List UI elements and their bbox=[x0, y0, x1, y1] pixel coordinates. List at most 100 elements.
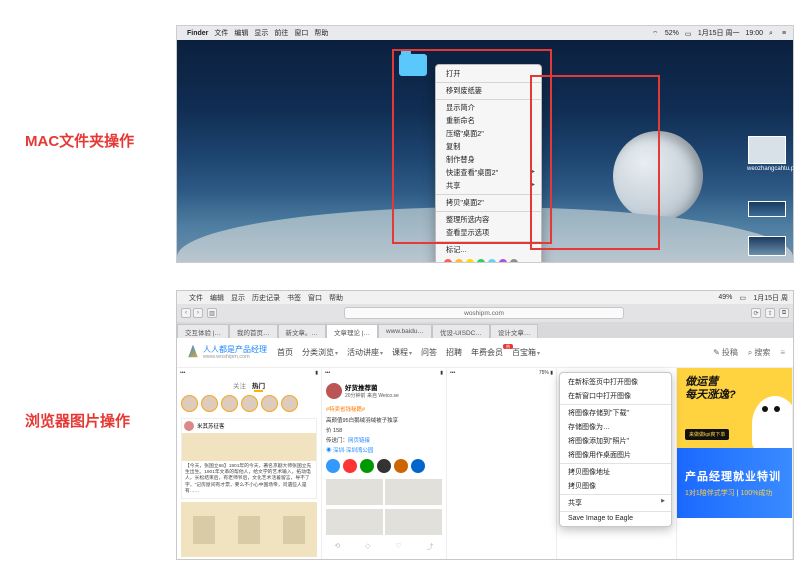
reaction-row[interactable] bbox=[322, 455, 446, 477]
menubar-item[interactable]: 文件 bbox=[189, 293, 203, 303]
wifi-icon[interactable]: ⌔ bbox=[652, 30, 659, 37]
desktop-file[interactable] bbox=[747, 236, 787, 258]
ctx-share[interactable]: 共享 bbox=[560, 496, 671, 510]
browser-tab[interactable]: 设计文章… bbox=[490, 324, 539, 338]
ctx-copy-image[interactable]: 拷贝图像 bbox=[560, 479, 671, 493]
menubar-item[interactable]: 帮助 bbox=[314, 28, 328, 38]
post-location[interactable]: ◉ 深圳·深圳湾公园 bbox=[322, 445, 446, 455]
feed-image[interactable] bbox=[182, 433, 316, 461]
comment-icon[interactable]: ◇ bbox=[365, 542, 370, 552]
share-icon[interactable]: ⤴ bbox=[427, 542, 434, 552]
search-icon[interactable]: ⌕ bbox=[769, 30, 776, 37]
like-icon[interactable]: ♡ bbox=[395, 542, 401, 552]
user-name[interactable]: 好货推荐菌 bbox=[345, 382, 399, 392]
menubar-item[interactable]: 文件 bbox=[214, 28, 228, 38]
ctx-save-eagle[interactable]: Save Image to Eagle bbox=[560, 513, 671, 524]
retweet-icon[interactable]: ⟲ bbox=[334, 542, 340, 552]
avatar[interactable] bbox=[184, 421, 194, 431]
author-name[interactable]: 米其苏征客 bbox=[197, 422, 225, 430]
browser-tab[interactable]: 优设-UISDC… bbox=[432, 324, 490, 338]
tag-blue[interactable] bbox=[488, 259, 496, 263]
reload-button[interactable]: ⟳ bbox=[751, 308, 761, 318]
tag-gray[interactable] bbox=[510, 259, 518, 263]
feed-card[interactable]: 米其苏征客 【今天，张国立66】1901年的今天，著名京剧大师张国立先生出生。1… bbox=[181, 418, 317, 499]
story-avatar[interactable] bbox=[261, 395, 278, 412]
ctx-save-as[interactable]: 存储图像为… bbox=[560, 420, 671, 434]
nav-categories[interactable]: 分类浏览 bbox=[302, 347, 338, 358]
tag-green[interactable] bbox=[477, 259, 485, 263]
tabs-button[interactable]: ⧉ bbox=[779, 308, 789, 318]
sidebar-button[interactable]: ▥ bbox=[207, 308, 217, 318]
nav-jobs[interactable]: 招聘 bbox=[446, 347, 462, 358]
menubar-item[interactable]: 编辑 bbox=[210, 293, 224, 303]
reaction-avatar[interactable] bbox=[411, 459, 425, 473]
nav-toolbox[interactable]: 百宝箱 bbox=[512, 347, 540, 358]
menubar-item[interactable]: 窗口 bbox=[294, 28, 308, 38]
browser-tab-active[interactable]: 文章理论 |… bbox=[326, 324, 378, 338]
menubar-item[interactable]: 显示 bbox=[231, 293, 245, 303]
reaction-avatar[interactable] bbox=[326, 459, 340, 473]
site-logo[interactable]: 人人都是产品经理 www.woshipm.com bbox=[185, 345, 267, 361]
hashtag[interactable]: #特卖省钱秘籍# bbox=[322, 403, 446, 415]
desktop-file[interactable]: weozhangcahtu.png bbox=[747, 136, 787, 172]
tag-orange[interactable] bbox=[455, 259, 463, 263]
ctx-set-wallpaper[interactable]: 将图像用作桌面图片 bbox=[560, 448, 671, 462]
menubar-item[interactable]: 帮助 bbox=[329, 293, 343, 303]
promo-banner-1[interactable]: 做运营每天涨逸? 来做做kpi爽下单 bbox=[677, 368, 792, 448]
reaction-avatar[interactable] bbox=[360, 459, 374, 473]
story-avatar[interactable] bbox=[221, 395, 238, 412]
ctx-open-new-window[interactable]: 在新窗口中打开图像 bbox=[560, 389, 671, 403]
tag-red[interactable] bbox=[444, 259, 452, 263]
feed-tab-hot[interactable]: 热门 bbox=[252, 380, 265, 390]
menubar-item[interactable]: 书签 bbox=[287, 293, 301, 303]
nav-home[interactable]: 首页 bbox=[277, 347, 293, 358]
gallery-image[interactable] bbox=[238, 516, 260, 544]
stories-row[interactable] bbox=[177, 392, 321, 415]
ctx-tag-colors[interactable] bbox=[436, 256, 541, 263]
menubar-item[interactable]: 显示 bbox=[254, 28, 268, 38]
story-avatar[interactable] bbox=[281, 395, 298, 412]
gallery-image[interactable] bbox=[193, 516, 215, 544]
menubar-time[interactable]: 19:00 bbox=[745, 30, 763, 37]
post-link[interactable]: 传送门：网页链接 bbox=[322, 435, 446, 445]
menubar-item[interactable]: 编辑 bbox=[234, 28, 248, 38]
battery-icon[interactable]: ▭ bbox=[685, 30, 692, 37]
back-button[interactable]: ‹ bbox=[181, 308, 191, 318]
browser-tab[interactable]: 我的首页… bbox=[229, 324, 278, 338]
browser-tab[interactable]: 新文章。… bbox=[278, 324, 327, 338]
menu-icon[interactable]: ≡ bbox=[780, 348, 785, 357]
desktop-file[interactable] bbox=[747, 201, 787, 219]
ctx-save-downloads[interactable]: 将图像存储到"下载" bbox=[560, 406, 671, 420]
menubar-item[interactable]: 前往 bbox=[274, 28, 288, 38]
tag-purple[interactable] bbox=[499, 259, 507, 263]
address-bar[interactable]: woshipm.com bbox=[344, 307, 624, 319]
nav-membership[interactable]: 年费会员热 bbox=[471, 347, 503, 358]
promo-banner-2[interactable]: 产品经理就业特训 1对1陪伴式学习 | 100%成功 bbox=[677, 448, 792, 518]
notification-icon[interactable]: ≡ bbox=[782, 30, 789, 37]
menubar-item[interactable]: 历史记录 bbox=[252, 293, 280, 303]
menubar-item[interactable]: 窗口 bbox=[308, 293, 322, 303]
story-avatar[interactable] bbox=[201, 395, 218, 412]
avatar[interactable] bbox=[326, 383, 342, 399]
post-button[interactable]: ✎投稿 bbox=[713, 347, 738, 358]
story-avatar[interactable] bbox=[181, 395, 198, 412]
browser-tab[interactable]: 交互体验 |… bbox=[177, 324, 229, 338]
menubar-app[interactable]: Finder bbox=[187, 30, 208, 37]
nav-qa[interactable]: 问答 bbox=[421, 347, 437, 358]
ctx-add-photos[interactable]: 将图像添加到"照片" bbox=[560, 434, 671, 448]
feed-gallery[interactable] bbox=[181, 502, 317, 557]
menubar-date[interactable]: 1月15日 周 bbox=[753, 293, 788, 303]
reaction-avatar[interactable] bbox=[377, 459, 391, 473]
search-button[interactable]: ⌕搜索 bbox=[748, 347, 770, 358]
menubar-date[interactable]: 1月15日 周一 bbox=[698, 28, 740, 38]
story-avatar[interactable] bbox=[241, 395, 258, 412]
image-grid[interactable] bbox=[322, 477, 446, 507]
share-button[interactable]: ⇪ bbox=[765, 308, 775, 318]
gallery-image[interactable] bbox=[283, 516, 305, 544]
nav-events[interactable]: 活动讲座 bbox=[347, 347, 383, 358]
reaction-avatar[interactable] bbox=[343, 459, 357, 473]
reaction-avatar[interactable] bbox=[394, 459, 408, 473]
battery-icon[interactable]: ▭ bbox=[739, 294, 746, 301]
tag-yellow[interactable] bbox=[466, 259, 474, 263]
ctx-copy-address[interactable]: 拷贝图像地址 bbox=[560, 465, 671, 479]
